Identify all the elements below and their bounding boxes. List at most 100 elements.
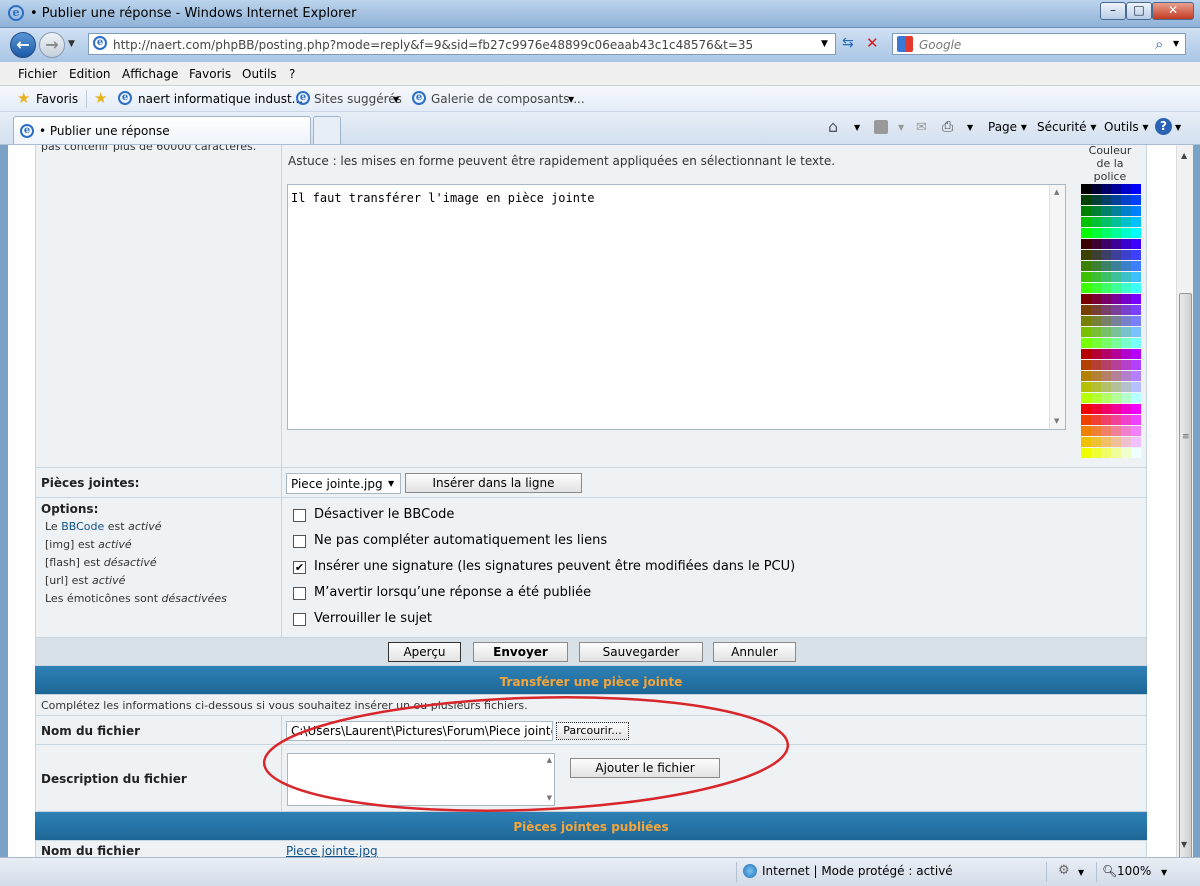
menu-favoris[interactable]: Favoris [189, 67, 231, 81]
published-file-link[interactable]: Piece jointe.jpg [286, 844, 378, 857]
color-swatch[interactable] [1081, 316, 1091, 326]
option-checkbox-row[interactable]: ✔ Insérer une signature (les signatures p… [293, 558, 853, 578]
color-swatch[interactable] [1081, 283, 1091, 293]
color-swatch[interactable] [1121, 327, 1131, 337]
color-swatch[interactable] [1101, 228, 1111, 238]
color-swatch[interactable] [1101, 316, 1111, 326]
back-button[interactable]: ← [10, 32, 36, 58]
color-swatch[interactable] [1111, 382, 1121, 392]
color-swatch[interactable] [1111, 393, 1121, 403]
color-swatch[interactable] [1111, 250, 1121, 260]
color-swatch[interactable] [1091, 349, 1101, 359]
color-swatch[interactable] [1081, 448, 1091, 458]
color-swatch[interactable] [1091, 272, 1101, 282]
refresh-icon[interactable]: ⇆ [842, 35, 854, 51]
color-swatch[interactable] [1111, 305, 1121, 315]
preview-button[interactable]: Aperçu [388, 642, 461, 662]
color-swatch[interactable] [1081, 228, 1091, 238]
address-bar[interactable]: e http://naert.com/phpBB/posting.php?mod… [88, 33, 836, 55]
help-dropdown-icon[interactable]: ▼ [1175, 123, 1181, 132]
color-swatch[interactable] [1091, 360, 1101, 370]
color-swatch[interactable] [1111, 349, 1121, 359]
color-swatch[interactable] [1131, 316, 1141, 326]
address-dropdown-icon[interactable]: ▼ [821, 39, 828, 49]
color-swatch[interactable] [1111, 426, 1121, 436]
scroll-up-arrow-icon[interactable]: ▲ [1181, 151, 1187, 160]
color-swatch[interactable] [1131, 261, 1141, 271]
color-swatch[interactable] [1091, 184, 1101, 194]
color-swatch[interactable] [1091, 437, 1101, 447]
search-dropdown-icon[interactable]: ▼ [1173, 39, 1179, 48]
color-swatch[interactable] [1101, 382, 1111, 392]
tab-publier-reponse[interactable]: e • Publier une réponse [13, 116, 311, 144]
color-swatch[interactable] [1101, 349, 1111, 359]
color-swatch[interactable] [1081, 393, 1091, 403]
color-swatch[interactable] [1081, 239, 1091, 249]
color-swatch[interactable] [1111, 371, 1121, 381]
color-swatch[interactable] [1131, 184, 1141, 194]
color-swatch[interactable] [1121, 228, 1131, 238]
help-icon[interactable]: ? [1155, 118, 1172, 135]
color-swatch[interactable] [1091, 217, 1101, 227]
minimize-button[interactable]: – [1100, 2, 1126, 20]
color-swatch[interactable] [1091, 382, 1101, 392]
menu-edition[interactable]: Edition [69, 67, 111, 81]
close-window-button[interactable]: ✕ [1152, 2, 1194, 20]
color-swatch[interactable] [1091, 415, 1101, 425]
fav-gallery[interactable]: Galerie de composants ... [431, 92, 585, 106]
cancel-button[interactable]: Annuler [713, 642, 796, 662]
color-swatch[interactable] [1081, 360, 1091, 370]
page-scrollbar[interactable]: ▲ ≡ ▼ [1176, 145, 1193, 878]
color-swatch[interactable] [1131, 382, 1141, 392]
color-swatch[interactable] [1131, 338, 1141, 348]
message-textarea[interactable]: Il faut transférer l'image en pièce join… [287, 184, 1066, 430]
color-swatch[interactable] [1131, 426, 1141, 436]
color-swatch[interactable] [1101, 261, 1111, 271]
forward-button[interactable]: → [39, 32, 65, 58]
color-swatch[interactable] [1131, 195, 1141, 205]
color-swatch[interactable] [1131, 327, 1141, 337]
print-dropdown-icon[interactable]: ▼ [967, 123, 973, 132]
color-swatch[interactable] [1101, 437, 1111, 447]
feeds-dropdown-icon[interactable]: ▼ [898, 123, 904, 132]
color-swatch[interactable] [1121, 206, 1131, 216]
color-swatch[interactable] [1101, 448, 1111, 458]
color-swatch[interactable] [1131, 217, 1141, 227]
color-swatch[interactable] [1121, 371, 1131, 381]
home-dropdown-icon[interactable]: ▼ [854, 123, 860, 132]
color-swatch[interactable] [1121, 404, 1131, 414]
color-swatch[interactable] [1121, 305, 1131, 315]
color-swatch[interactable] [1121, 261, 1131, 271]
color-swatch[interactable] [1131, 250, 1141, 260]
color-swatch[interactable] [1131, 371, 1141, 381]
menu-help[interactable]: ? [289, 67, 295, 81]
color-palette[interactable] [1081, 184, 1141, 460]
color-swatch[interactable] [1091, 305, 1101, 315]
color-swatch[interactable] [1121, 217, 1131, 227]
security-zone[interactable]: Internet | Mode protégé : activé [762, 864, 953, 878]
search-icon[interactable]: ⌕ [1155, 35, 1163, 53]
color-swatch[interactable] [1101, 195, 1111, 205]
color-swatch[interactable] [1131, 448, 1141, 458]
textarea-scrollbar[interactable]: ▲ ▼ [1049, 185, 1065, 429]
add-favorite-icon[interactable]: ★ [94, 89, 107, 107]
option-checkbox-row[interactable]: M’avertir lorsqu’une réponse a été publi… [293, 584, 853, 604]
color-swatch[interactable] [1101, 184, 1111, 194]
bbcode-link[interactable]: BBCode [61, 520, 104, 533]
color-swatch[interactable] [1081, 294, 1091, 304]
option-checkbox[interactable]: ✔ [293, 561, 306, 574]
color-swatch[interactable] [1131, 393, 1141, 403]
color-swatch[interactable] [1131, 415, 1141, 425]
color-swatch[interactable] [1121, 250, 1131, 260]
color-swatch[interactable] [1081, 305, 1091, 315]
color-swatch[interactable] [1101, 239, 1111, 249]
color-swatch[interactable] [1091, 393, 1101, 403]
color-swatch[interactable] [1121, 294, 1131, 304]
color-swatch[interactable] [1111, 294, 1121, 304]
option-checkbox[interactable] [293, 613, 306, 626]
color-swatch[interactable] [1111, 206, 1121, 216]
save-button[interactable]: Sauvegarder [579, 642, 703, 662]
color-swatch[interactable] [1121, 195, 1131, 205]
protected-mode-dropdown-icon[interactable]: ▼ [1078, 868, 1084, 877]
color-swatch[interactable] [1091, 250, 1101, 260]
